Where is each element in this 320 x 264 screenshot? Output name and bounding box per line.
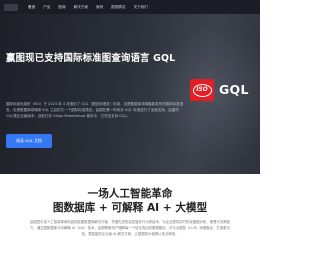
nav-item-about[interactable]: 关于我们 bbox=[134, 5, 148, 10]
section-title-line1: 一场人工智能革命 bbox=[87, 188, 173, 200]
section-description: 赢图是引领人工智能革命的高性能图数据库解决方案，凭借先进的高密度并行计算技术，为… bbox=[29, 220, 231, 237]
top-navigation: 首页 产品 图谱 解决方案 案例 图观察站 关于我们 bbox=[0, 0, 260, 14]
hero-description: 国际标准化组织（ISO）于 2024 年 4 月推出了 GQL（图查询语言）标准… bbox=[6, 102, 184, 119]
hero-title: 赢图现已支持国际标准图查询语言 GQL bbox=[6, 53, 176, 64]
brand-logo[interactable] bbox=[4, 3, 18, 11]
nav-item-observatory[interactable]: 图观察站 bbox=[111, 5, 125, 10]
nav-item-home[interactable]: 首页 bbox=[28, 5, 35, 10]
gql-wordmark: GQL bbox=[219, 82, 249, 97]
nav-item-products[interactable]: 产品 bbox=[43, 5, 50, 10]
iso-logo-icon: ISO bbox=[190, 79, 214, 101]
nav-item-graph[interactable]: 图谱 bbox=[58, 5, 65, 10]
iso-logo-text: ISO bbox=[196, 87, 208, 93]
nav-item-solutions[interactable]: 解决方案 bbox=[74, 5, 88, 10]
nav-item-cases[interactable]: 案例 bbox=[96, 5, 103, 10]
section-title-line2: 图数据库 + 可解释 AI + 大模型 bbox=[52, 202, 208, 214]
read-gql-docs-button[interactable]: 阅读 GQL 文档 bbox=[6, 134, 52, 148]
